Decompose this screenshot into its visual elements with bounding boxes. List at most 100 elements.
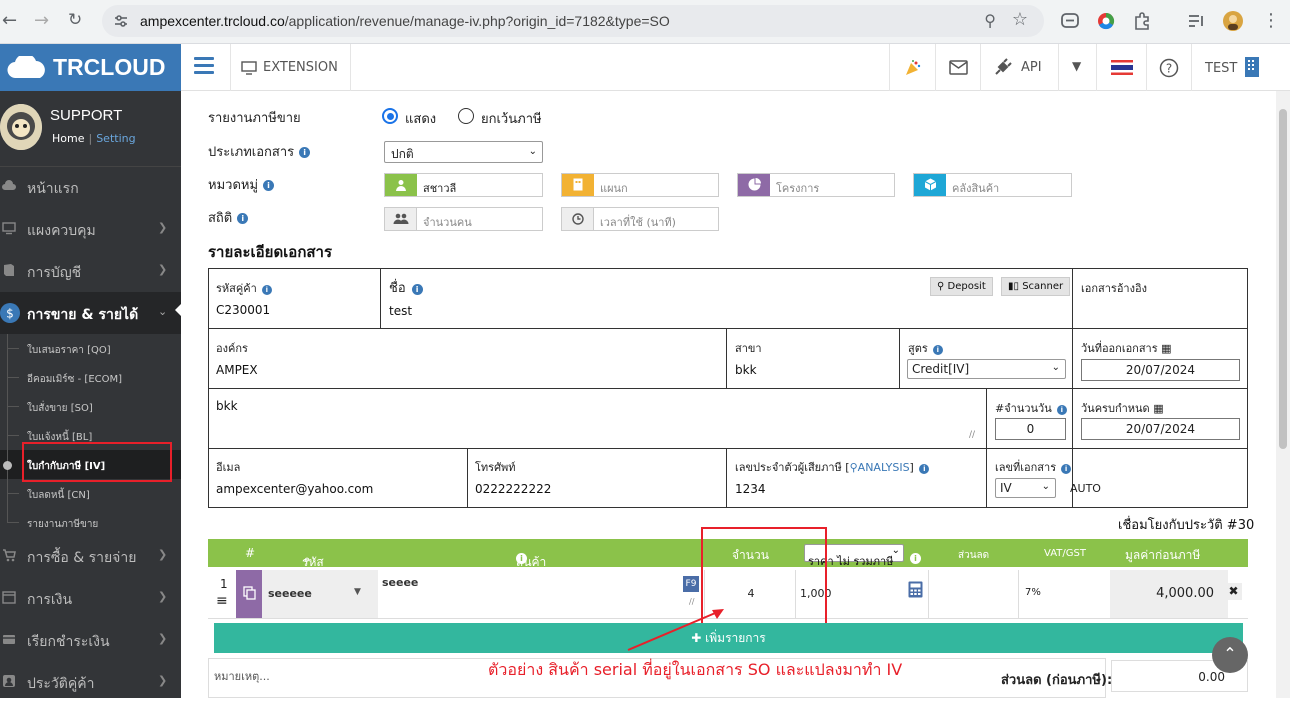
- analysis-link[interactable]: ⚲ANALYSIS: [850, 461, 910, 474]
- card-icon: [3, 635, 15, 644]
- time-used-input[interactable]: เวลาที่ใช้ (นาที): [561, 207, 719, 231]
- sidebar-item-finance[interactable]: การเงิน ❯: [0, 577, 181, 619]
- delete-row-icon[interactable]: ✖: [1225, 583, 1242, 600]
- party-button[interactable]: [889, 44, 935, 91]
- brand-logo[interactable]: TRCLOUD: [0, 44, 181, 91]
- user-menu[interactable]: TEST: [1191, 44, 1276, 91]
- sidebar-subitem-qo[interactable]: ใบเสนอราคา [QO]: [0, 334, 181, 363]
- sidebar-item-partner-history[interactable]: ประวัติคู่ค้า ❯: [0, 661, 181, 703]
- forward-icon[interactable]: →: [34, 10, 49, 31]
- scroll-top-button[interactable]: ⌃: [1212, 637, 1248, 673]
- caret-down-icon: ▼: [354, 587, 361, 597]
- project-input[interactable]: โครงการ: [737, 173, 895, 197]
- browser-menu-icon[interactable]: ⋮: [1262, 10, 1280, 31]
- scanner-button[interactable]: ▮▯ Scanner: [1001, 277, 1071, 296]
- radio-exclude-tax[interactable]: [458, 108, 474, 124]
- hamburger-menu-icon[interactable]: [194, 57, 214, 78]
- info-icon: i: [261, 285, 272, 295]
- sidebar-item-purchase[interactable]: การซื้อ & รายจ่าย ❯: [0, 535, 181, 577]
- reload-icon[interactable]: ↻: [68, 10, 82, 30]
- f9-button[interactable]: F9: [683, 576, 699, 592]
- sidebar-subitem-tax-report[interactable]: รายงานภาษีขาย: [0, 508, 181, 537]
- url-text: ampexcenter.trcloud.co/application/reven…: [140, 13, 670, 29]
- sidebar-subitem-so[interactable]: ใบสั่งขาย [SO]: [0, 392, 181, 421]
- page-scrollbar[interactable]: [1276, 91, 1290, 698]
- search-icon: ⚲: [937, 281, 945, 292]
- dropdown-button[interactable]: ▼: [1058, 44, 1096, 91]
- drag-handle-icon[interactable]: ≡: [216, 593, 228, 609]
- issue-date-input[interactable]: 20/07/2024: [1081, 359, 1240, 381]
- tax-id-value[interactable]: 1234: [735, 482, 766, 496]
- address-value[interactable]: bkk: [216, 399, 238, 413]
- scrollbar-thumb[interactable]: [1279, 109, 1287, 449]
- doc-type-select[interactable]: ปกติ ⌄: [384, 141, 543, 163]
- product-description[interactable]: seeee: [382, 576, 418, 589]
- resize-handle-icon[interactable]: ∕∕: [969, 430, 975, 440]
- home-link[interactable]: Home: [52, 132, 84, 145]
- email-value[interactable]: ampexcenter@yahoo.com: [216, 482, 373, 496]
- profile-avatar-icon[interactable]: [1222, 10, 1244, 32]
- avatar[interactable]: [0, 104, 42, 150]
- details-section-title: รายละเอียดเอกสาร: [208, 243, 333, 261]
- browser-toolbar: ← → ↻ ampexcenter.trcloud.co/application…: [0, 0, 1290, 44]
- row-index: 1: [220, 577, 228, 591]
- extension-label: EXTENSION: [263, 60, 338, 75]
- chat-extension-icon[interactable]: [1060, 11, 1080, 31]
- deposit-button[interactable]: ⚲ Deposit: [930, 277, 993, 296]
- warehouse-input[interactable]: คลังสินค้า: [913, 173, 1072, 197]
- formula-select[interactable]: Credit[IV] ⌄: [907, 359, 1066, 379]
- due-date-input[interactable]: 20/07/2024: [1081, 418, 1240, 440]
- product-code-select[interactable]: seeeee ▼: [262, 570, 378, 618]
- due-date-label: วันครบกำหนด ▦: [1081, 402, 1164, 415]
- doc-type-label: ประเภทเอกสาร i: [208, 141, 311, 162]
- ref-doc-label: เอกสารอ้างอิง: [1081, 282, 1147, 295]
- pie-chart-icon: [738, 174, 770, 196]
- category-input[interactable]: สชาวลี: [384, 173, 543, 197]
- language-button[interactable]: [1096, 44, 1146, 91]
- annotation-arrow: [627, 609, 724, 651]
- days-input[interactable]: 0: [995, 418, 1066, 440]
- sidebar-subitem-ecom[interactable]: อีคอมเมิร์ซ - [ECOM]: [0, 363, 181, 392]
- api-label: API: [1021, 60, 1042, 75]
- history-link[interactable]: เชื่อมโยงกับประวัติ #30: [1118, 514, 1254, 535]
- address-bar[interactable]: ampexcenter.trcloud.co/application/reven…: [102, 5, 1044, 37]
- dollar-icon: $: [0, 303, 20, 323]
- site-settings-icon[interactable]: [112, 12, 130, 30]
- copy-icon: [243, 586, 256, 600]
- back-icon[interactable]: ←: [2, 10, 17, 31]
- zoom-icon[interactable]: ⚲: [984, 11, 996, 30]
- radio-show[interactable]: [382, 108, 398, 124]
- sidebar-item-dashboard[interactable]: แผงควบคุม ❯: [0, 208, 181, 250]
- plug-icon: [995, 58, 1012, 75]
- cloud-logo-icon: [7, 56, 45, 79]
- bookmark-star-icon[interactable]: ☆: [1012, 9, 1028, 30]
- building-icon: [562, 174, 594, 196]
- phone-label: โทรศัพท์: [475, 461, 516, 474]
- extension-link[interactable]: EXTENSION: [230, 44, 351, 91]
- puzzle-extensions-icon[interactable]: [1132, 11, 1152, 31]
- building-icon: [1245, 57, 1259, 77]
- sidebar-item-accounting[interactable]: การบัญชี ❯: [0, 250, 181, 292]
- api-button[interactable]: API: [980, 44, 1058, 91]
- brand-name: TRCLOUD: [53, 54, 166, 80]
- color-extension-icon[interactable]: [1096, 11, 1116, 31]
- media-queue-icon[interactable]: [1186, 11, 1206, 31]
- department-input[interactable]: แผนก: [561, 173, 719, 197]
- phone-value[interactable]: 0222222222: [475, 482, 551, 496]
- sidebar-item-billing[interactable]: เรียกชำระเงิน ❯: [0, 619, 181, 661]
- amount-value: 4,000.00: [1110, 570, 1228, 618]
- sidebar-item-home[interactable]: หน้าแรก: [0, 166, 181, 208]
- mail-button[interactable]: [935, 44, 980, 91]
- doc-no-prefix-select[interactable]: IV ⌄: [995, 478, 1056, 498]
- chevron-down-icon: ⌄: [1051, 362, 1060, 373]
- sidebar-item-sales[interactable]: $ การขาย & รายได้ ⌄: [0, 292, 181, 334]
- cloud-icon: [2, 180, 16, 190]
- sidebar-subitem-cn[interactable]: ใบลดหนี้ [CN]: [0, 479, 181, 508]
- copy-button[interactable]: [236, 570, 262, 618]
- calculator-icon[interactable]: [908, 581, 923, 598]
- setting-link[interactable]: Setting: [96, 132, 135, 145]
- discount-input[interactable]: [929, 570, 1019, 618]
- people-count-input[interactable]: จำนวนคน: [384, 207, 543, 231]
- vat-value[interactable]: 7%: [1025, 587, 1041, 598]
- help-button[interactable]: ?: [1146, 44, 1191, 91]
